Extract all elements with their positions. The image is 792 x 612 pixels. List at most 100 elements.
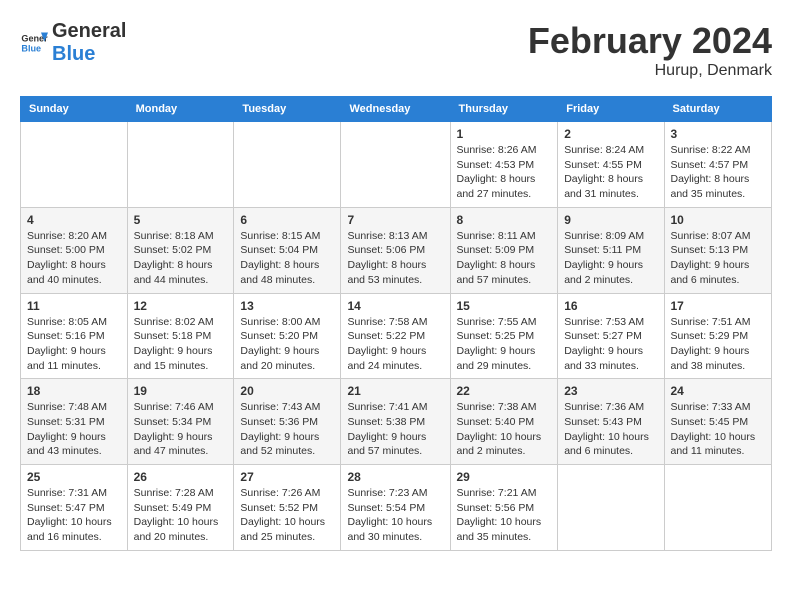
calendar-cell: 4Sunrise: 8:20 AM Sunset: 5:00 PM Daylig… [21,207,128,293]
day-number: 7 [347,213,443,227]
day-number: 4 [27,213,121,227]
calendar-cell: 15 Sunrise: 7:55 AM Sunset: 5:25 PM Dayli… [450,293,558,379]
day-number: 15 [457,299,552,313]
calendar-cell [341,122,450,208]
cell-info: Sunrise: 7:46 AM Sunset: 5:34 PM Dayligh… [134,400,228,459]
calendar-cell: 26 Sunrise: 7:28 AM Sunset: 5:49 PM Dayli… [127,465,234,551]
cell-info: Sunrise: 7:33 AM Sunset: 5:45 PM Dayligh… [671,400,766,459]
calendar-cell [21,122,128,208]
week-row-1: 1 Sunrise: 8:26 AM Sunset: 4:53 PM Daylig… [21,122,772,208]
week-row-5: 25 Sunrise: 7:31 AM Sunset: 5:47 PM Dayli… [21,465,772,551]
cell-info: Sunrise: 8:00 AM Sunset: 5:20 PM Dayligh… [240,315,334,374]
title-block: February 2024 Hurup, Denmark [528,20,772,80]
cell-info: Sunrise: 7:38 AM Sunset: 5:40 PM Dayligh… [457,400,552,459]
cell-info: Sunrise: 8:09 AM Sunset: 5:11 PM Dayligh… [564,229,657,288]
day-number: 16 [564,299,657,313]
calendar-cell: 20Sunrise: 7:43 AM Sunset: 5:36 PM Dayli… [234,379,341,465]
calendar-cell: 18 Sunrise: 7:48 AM Sunset: 5:31 PM Dayli… [21,379,128,465]
day-number: 28 [347,470,443,484]
calendar-cell: 19 Sunrise: 7:46 AM Sunset: 5:34 PM Dayli… [127,379,234,465]
calendar-cell [558,465,664,551]
cell-info: Sunrise: 8:26 AM Sunset: 4:53 PM Dayligh… [457,143,552,202]
day-number: 12 [134,299,228,313]
calendar-cell: 8 Sunrise: 8:11 AM Sunset: 5:09 PM Daylig… [450,207,558,293]
week-row-4: 18 Sunrise: 7:48 AM Sunset: 5:31 PM Dayli… [21,379,772,465]
page-header: General Blue General Blue February 2024 … [20,20,772,80]
svg-text:Blue: Blue [21,43,41,53]
calendar-cell: 25 Sunrise: 7:31 AM Sunset: 5:47 PM Dayli… [21,465,128,551]
header-saturday: Saturday [664,97,772,122]
calendar-cell: 1 Sunrise: 8:26 AM Sunset: 4:53 PM Daylig… [450,122,558,208]
calendar-cell: 11Sunrise: 8:05 AM Sunset: 5:16 PM Dayli… [21,293,128,379]
logo-blue: Blue [52,43,126,66]
cell-info: Sunrise: 8:07 AM Sunset: 5:13 PM Dayligh… [671,229,766,288]
calendar-cell: 17Sunrise: 7:51 AM Sunset: 5:29 PM Dayli… [664,293,772,379]
header-thursday: Thursday [450,97,558,122]
calendar-cell [234,122,341,208]
week-row-2: 4Sunrise: 8:20 AM Sunset: 5:00 PM Daylig… [21,207,772,293]
calendar-cell: 27Sunrise: 7:26 AM Sunset: 5:52 PM Dayli… [234,465,341,551]
day-number: 5 [134,213,228,227]
days-header-row: SundayMondayTuesdayWednesdayThursdayFrid… [21,97,772,122]
cell-info: Sunrise: 7:28 AM Sunset: 5:49 PM Dayligh… [134,486,228,545]
calendar-cell: 21 Sunrise: 7:41 AM Sunset: 5:38 PM Dayli… [341,379,450,465]
day-number: 3 [671,127,766,141]
location-title: Hurup, Denmark [528,62,772,80]
calendar-cell: 6Sunrise: 8:15 AM Sunset: 5:04 PM Daylig… [234,207,341,293]
cell-info: Sunrise: 7:21 AM Sunset: 5:56 PM Dayligh… [457,486,552,545]
day-number: 14 [347,299,443,313]
calendar-cell: 2Sunrise: 8:24 AM Sunset: 4:55 PM Daylig… [558,122,664,208]
day-number: 20 [240,384,334,398]
day-number: 26 [134,470,228,484]
calendar-cell: 5 Sunrise: 8:18 AM Sunset: 5:02 PM Daylig… [127,207,234,293]
calendar-cell: 28 Sunrise: 7:23 AM Sunset: 5:54 PM Dayli… [341,465,450,551]
cell-info: Sunrise: 8:11 AM Sunset: 5:09 PM Dayligh… [457,229,552,288]
month-year-title: February 2024 [528,20,772,62]
cell-info: Sunrise: 8:05 AM Sunset: 5:16 PM Dayligh… [27,315,121,374]
cell-info: Sunrise: 7:41 AM Sunset: 5:38 PM Dayligh… [347,400,443,459]
day-number: 10 [671,213,766,227]
calendar-cell: 22 Sunrise: 7:38 AM Sunset: 5:40 PM Dayli… [450,379,558,465]
day-number: 9 [564,213,657,227]
calendar-cell: 9 Sunrise: 8:09 AM Sunset: 5:11 PM Daylig… [558,207,664,293]
calendar-cell [664,465,772,551]
cell-info: Sunrise: 7:53 AM Sunset: 5:27 PM Dayligh… [564,315,657,374]
day-number: 23 [564,384,657,398]
logo-icon: General Blue [20,29,48,57]
day-number: 18 [27,384,121,398]
cell-info: Sunrise: 8:15 AM Sunset: 5:04 PM Dayligh… [240,229,334,288]
cell-info: Sunrise: 7:51 AM Sunset: 5:29 PM Dayligh… [671,315,766,374]
calendar-cell: 29 Sunrise: 7:21 AM Sunset: 5:56 PM Dayli… [450,465,558,551]
cell-info: Sunrise: 8:22 AM Sunset: 4:57 PM Dayligh… [671,143,766,202]
calendar-cell: 16 Sunrise: 7:53 AM Sunset: 5:27 PM Dayli… [558,293,664,379]
cell-info: Sunrise: 7:36 AM Sunset: 5:43 PM Dayligh… [564,400,657,459]
day-number: 8 [457,213,552,227]
day-number: 19 [134,384,228,398]
calendar-cell: 23 Sunrise: 7:36 AM Sunset: 5:43 PM Dayli… [558,379,664,465]
week-row-3: 11Sunrise: 8:05 AM Sunset: 5:16 PM Dayli… [21,293,772,379]
cell-info: Sunrise: 7:31 AM Sunset: 5:47 PM Dayligh… [27,486,121,545]
day-number: 13 [240,299,334,313]
day-number: 29 [457,470,552,484]
header-tuesday: Tuesday [234,97,341,122]
day-number: 21 [347,384,443,398]
cell-info: Sunrise: 7:23 AM Sunset: 5:54 PM Dayligh… [347,486,443,545]
cell-info: Sunrise: 8:18 AM Sunset: 5:02 PM Dayligh… [134,229,228,288]
day-number: 1 [457,127,552,141]
cell-info: Sunrise: 7:26 AM Sunset: 5:52 PM Dayligh… [240,486,334,545]
cell-info: Sunrise: 7:55 AM Sunset: 5:25 PM Dayligh… [457,315,552,374]
calendar-cell [127,122,234,208]
calendar-cell: 24Sunrise: 7:33 AM Sunset: 5:45 PM Dayli… [664,379,772,465]
calendar-table: SundayMondayTuesdayWednesdayThursdayFrid… [20,96,772,551]
cell-info: Sunrise: 7:48 AM Sunset: 5:31 PM Dayligh… [27,400,121,459]
cell-info: Sunrise: 7:58 AM Sunset: 5:22 PM Dayligh… [347,315,443,374]
calendar-cell: 14 Sunrise: 7:58 AM Sunset: 5:22 PM Dayli… [341,293,450,379]
calendar-cell: 3 Sunrise: 8:22 AM Sunset: 4:57 PM Daylig… [664,122,772,208]
cell-info: Sunrise: 8:13 AM Sunset: 5:06 PM Dayligh… [347,229,443,288]
day-number: 25 [27,470,121,484]
day-number: 22 [457,384,552,398]
header-wednesday: Wednesday [341,97,450,122]
header-monday: Monday [127,97,234,122]
logo-general: General [52,20,126,43]
calendar-cell: 12Sunrise: 8:02 AM Sunset: 5:18 PM Dayli… [127,293,234,379]
